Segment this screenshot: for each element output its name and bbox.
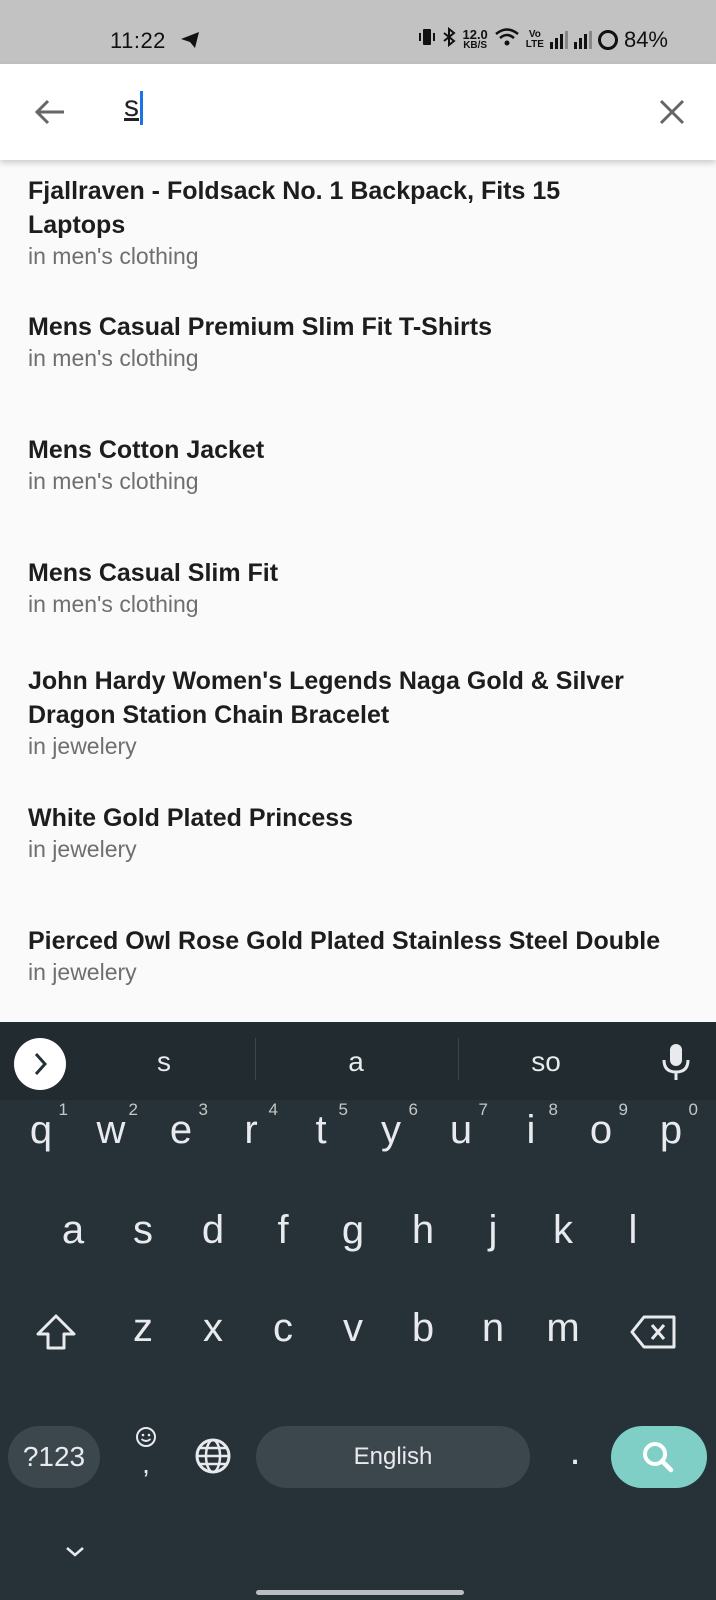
key-t[interactable]: 5t (286, 1100, 356, 1153)
symbols-key[interactable]: ?123 (8, 1426, 100, 1488)
key-e[interactable]: 3e (146, 1100, 216, 1153)
telegram-send-icon (180, 31, 200, 54)
microphone-icon[interactable] (658, 1042, 694, 1082)
result-category: in jewelery (28, 959, 137, 985)
result-title: Mens Casual Slim Fit (28, 559, 279, 587)
comma-label: , (142, 1448, 150, 1479)
key-m[interactable]: m (528, 1306, 598, 1351)
key-h[interactable]: h (388, 1208, 458, 1253)
result-title: Mens Cotton Jacket (28, 436, 265, 464)
chevron-down-icon[interactable] (60, 1542, 90, 1562)
emoji-comma-key[interactable]: , (126, 1426, 166, 1479)
key-r[interactable]: 4r (216, 1100, 286, 1153)
key-p[interactable]: 0p (636, 1100, 706, 1153)
suggestion-divider (458, 1038, 459, 1080)
result-title: Fjallraven - Foldsack No. 1 Backpack, Fi… (28, 177, 561, 205)
search-icon (643, 1442, 674, 1473)
chevron-right-icon[interactable] (14, 1038, 66, 1090)
text-cursor (140, 91, 143, 126)
key-s[interactable]: s (108, 1208, 178, 1253)
status-time: 11:22 (110, 28, 166, 53)
status-icons: 12.0 KB/S Vo LTE 84% (418, 26, 668, 53)
backspace-icon[interactable] (630, 1314, 678, 1355)
result-category: in men's clothing (28, 468, 199, 494)
battery-percent: 84% (623, 27, 668, 52)
key-o[interactable]: 9o (566, 1100, 636, 1153)
suggestion-2[interactable]: a (326, 1046, 386, 1078)
key-b[interactable]: b (388, 1306, 458, 1351)
status-bar: 11:22 12.0 KB/S Vo LTE 84% (0, 0, 716, 64)
shift-icon[interactable] (34, 1312, 78, 1357)
key-q[interactable]: 1q (6, 1100, 76, 1153)
wifi-icon (494, 27, 520, 53)
globe-icon[interactable] (194, 1437, 232, 1480)
vibrate-icon (418, 27, 436, 53)
search-query: s (124, 90, 139, 123)
suggestion-3[interactable]: so (516, 1046, 576, 1078)
search-results-list: Fjallraven - Foldsack No. 1 Backpack, Fi… (0, 160, 716, 1022)
signal-icon-sim2 (573, 31, 592, 49)
bluetooth-icon (442, 26, 457, 53)
list-item[interactable]: Fjallraven - Foldsack No. 1 Backpack, Fi… (28, 174, 698, 270)
suggestion-divider (255, 1038, 256, 1080)
battery-icon (597, 30, 618, 50)
list-item[interactable]: Mens Casual Premium Slim Fit T-Shirts in… (28, 310, 698, 372)
list-item[interactable]: Mens Casual Slim Fit in men's clothing (28, 556, 698, 618)
emoji-icon (136, 1427, 156, 1447)
key-l[interactable]: l (598, 1208, 668, 1253)
key-y[interactable]: 6y (356, 1100, 426, 1153)
key-w[interactable]: 2w (76, 1100, 146, 1153)
result-title-line2: Laptops (28, 211, 126, 239)
key-c[interactable]: c (248, 1306, 318, 1351)
key-d[interactable]: d (178, 1208, 248, 1253)
period-key[interactable]: . (555, 1426, 595, 1476)
result-title: Pierced Owl Rose Gold Plated Stainless S… (28, 927, 661, 955)
list-item[interactable]: John Hardy Women's Legends Naga Gold & S… (28, 664, 698, 760)
list-item[interactable]: Mens Cotton Jacket in men's clothing (28, 433, 698, 495)
volte-icon: Vo LTE (525, 29, 544, 50)
signal-icon-sim1 (549, 31, 568, 49)
result-title: White Gold Plated Princess (28, 804, 354, 832)
result-title: Mens Casual Premium Slim Fit T-Shirts (28, 313, 493, 341)
key-v[interactable]: v (318, 1306, 388, 1351)
on-screen-keyboard: s a so 1q 2w 3e 4r 5t 6y 7u 8i 9o 0p a s… (0, 1022, 716, 1600)
key-a[interactable]: a (38, 1208, 108, 1253)
key-g[interactable]: g (318, 1208, 388, 1253)
result-category: in men's clothing (28, 591, 199, 617)
result-category: in men's clothing (28, 243, 199, 269)
gesture-nav-pill[interactable] (256, 1590, 464, 1595)
key-k[interactable]: k (528, 1208, 598, 1253)
result-title-line2: Dragon Station Chain Bracelet (28, 701, 390, 729)
key-f[interactable]: f (248, 1208, 318, 1253)
result-category: in men's clothing (28, 345, 199, 371)
result-category: in jewelery (28, 733, 137, 759)
result-title: John Hardy Women's Legends Naga Gold & S… (28, 667, 624, 695)
key-u[interactable]: 7u (426, 1100, 496, 1153)
close-icon[interactable] (648, 88, 696, 136)
suggestion-1[interactable]: s (134, 1046, 194, 1078)
key-n[interactable]: n (458, 1306, 528, 1351)
key-x[interactable]: x (178, 1306, 248, 1351)
search-input[interactable]: s (124, 90, 624, 134)
list-item[interactable]: White Gold Plated Princess in jewelery (28, 801, 698, 863)
search-bar: s (0, 64, 716, 160)
search-action-key[interactable] (611, 1426, 707, 1488)
result-category: in jewelery (28, 836, 137, 862)
space-key[interactable]: English (256, 1426, 530, 1488)
key-j[interactable]: j (458, 1208, 528, 1253)
key-z[interactable]: z (108, 1306, 178, 1351)
key-i[interactable]: 8i (496, 1100, 566, 1153)
suggestion-strip: s a so (0, 1022, 716, 1100)
list-item[interactable]: Pierced Owl Rose Gold Plated Stainless S… (28, 924, 698, 986)
net-speed: 12.0 KB/S (462, 27, 488, 51)
back-arrow-icon[interactable] (28, 88, 76, 136)
